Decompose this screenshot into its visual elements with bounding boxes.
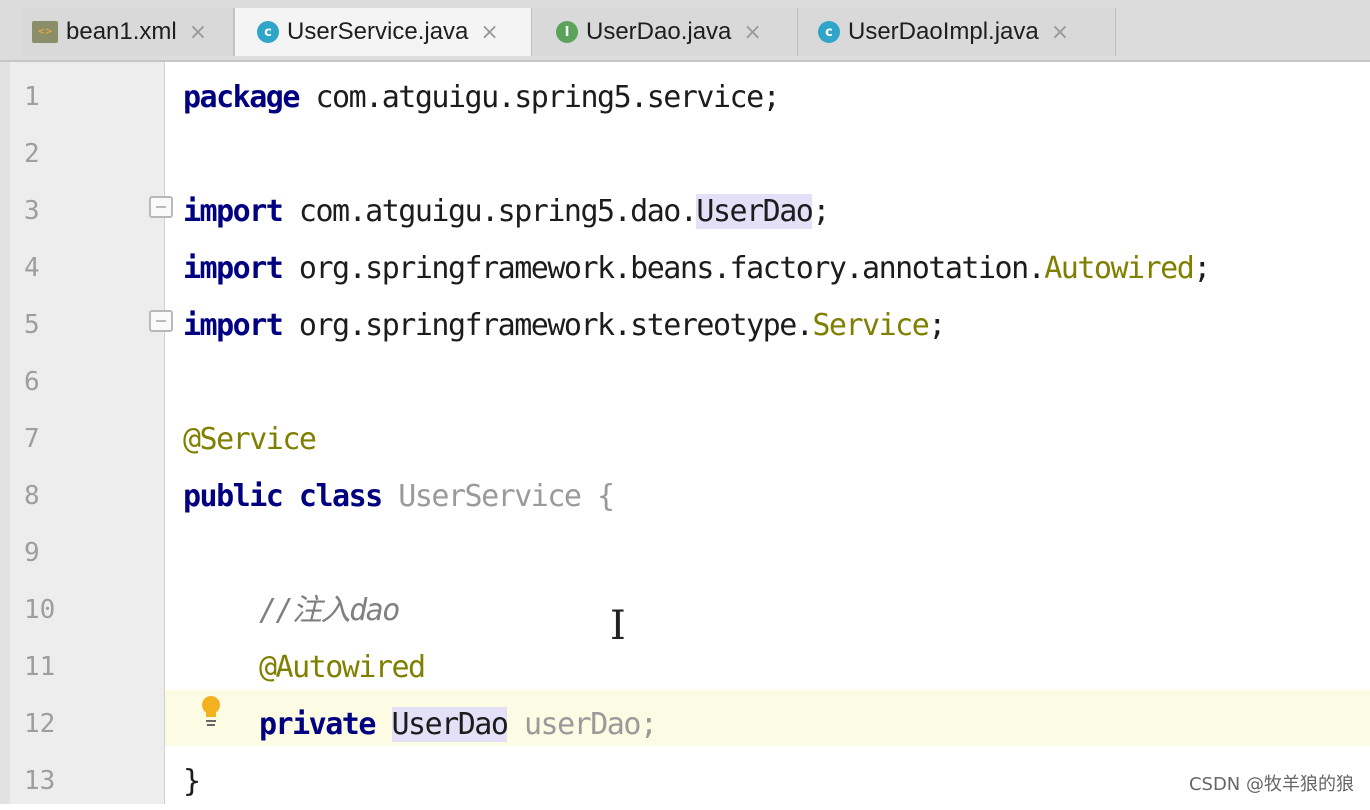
xml-file-icon: <> xyxy=(32,21,58,43)
import-path: org.springframework.beans.factory.annota… xyxy=(282,251,1046,286)
code-line-10[interactable]: 10 //注入dao xyxy=(0,582,1370,639)
code-line-2[interactable]: 2 xyxy=(0,126,1370,183)
tab-userdaoimpl-java[interactable]: c UserDaoImpl.java × xyxy=(798,8,1116,56)
line-number: 4 xyxy=(24,253,40,283)
import-path: com.atguigu.spring5.dao. xyxy=(282,194,698,229)
class-reference[interactable]: UserDao xyxy=(696,194,814,229)
semicolon: ; xyxy=(812,194,830,229)
line-number: 6 xyxy=(24,367,40,397)
class-icon: c xyxy=(257,21,279,43)
fold-icon[interactable] xyxy=(149,196,173,218)
annotation: @Autowired xyxy=(259,650,426,685)
open-brace: { xyxy=(580,479,615,514)
tab-bean1-xml[interactable]: <> bean1.xml × xyxy=(22,8,234,56)
code-line-4[interactable]: 4 import org.springframework.beans.facto… xyxy=(0,240,1370,297)
close-icon[interactable]: × xyxy=(743,20,761,45)
package-name: com.atguigu.spring5.service; xyxy=(298,80,780,115)
tab-label: bean1.xml xyxy=(66,18,177,45)
line-number: 11 xyxy=(24,652,56,682)
tab-label: UserDao.java xyxy=(586,18,732,45)
code-line-3[interactable]: 3 import com.atguigu.spring5.dao.UserDao… xyxy=(0,183,1370,240)
code-line-7[interactable]: 7 @Service xyxy=(0,411,1370,468)
tab-label: UserDaoImpl.java xyxy=(848,18,1039,45)
line-number: 1 xyxy=(24,82,40,112)
close-icon[interactable]: × xyxy=(189,20,207,45)
close-icon[interactable]: × xyxy=(480,20,498,45)
tab-userdao-java[interactable]: I UserDao.java × xyxy=(532,8,798,56)
keyword: package xyxy=(183,80,300,115)
class-reference[interactable]: Service xyxy=(812,308,929,343)
keyword: import xyxy=(183,251,284,286)
line-number: 9 xyxy=(24,538,40,568)
line-number: 12 xyxy=(24,709,56,739)
line-number: 13 xyxy=(24,766,56,796)
line-number: 7 xyxy=(24,424,40,454)
code-line-1[interactable]: 1 package com.atguigu.spring5.service; xyxy=(0,69,1370,126)
text-cursor-icon: I xyxy=(610,603,626,649)
line-number: 8 xyxy=(24,481,40,511)
line-number: 2 xyxy=(24,139,40,169)
code-line-5[interactable]: 5 import org.springframework.stereotype.… xyxy=(0,297,1370,354)
code-line-13[interactable]: 13 } xyxy=(0,753,1370,810)
line-number: 3 xyxy=(24,196,40,226)
tab-label: UserService.java xyxy=(287,18,469,45)
import-path: org.springframework.stereotype. xyxy=(282,308,814,343)
code-line-9[interactable]: 9 xyxy=(0,525,1370,582)
field-name: userDao; xyxy=(507,707,658,742)
class-name: UserService xyxy=(381,479,582,514)
watermark: CSDN @牧羊狼的狼 xyxy=(1188,774,1354,795)
line-number: 10 xyxy=(24,595,56,625)
code-line-11[interactable]: 11 @Autowired xyxy=(0,639,1370,696)
semicolon: ; xyxy=(928,308,946,343)
editor-tab-bar: <> bean1.xml × c UserService.java × I Us… xyxy=(0,0,1370,62)
semicolon: ; xyxy=(1193,251,1211,286)
code-line-6[interactable]: 6 xyxy=(0,354,1370,411)
code-line-8[interactable]: 8 public class UserService { xyxy=(0,468,1370,525)
class-icon: c xyxy=(818,21,840,43)
close-icon[interactable]: × xyxy=(1051,20,1069,45)
tab-userservice-java[interactable]: c UserService.java × xyxy=(234,8,532,56)
interface-icon: I xyxy=(556,21,578,43)
keyword: import xyxy=(183,308,284,343)
fold-icon[interactable] xyxy=(149,310,173,332)
annotation: @Service xyxy=(183,422,317,457)
keyword: private xyxy=(259,707,376,742)
class-reference[interactable]: UserDao xyxy=(391,707,509,742)
lightbulb-icon[interactable] xyxy=(199,695,223,729)
comment: //注入dao xyxy=(259,593,400,628)
class-reference[interactable]: Autowired xyxy=(1044,251,1195,286)
close-brace: } xyxy=(183,764,201,799)
line-number: 5 xyxy=(24,310,40,340)
keyword: public class xyxy=(183,479,383,514)
keyword: import xyxy=(183,194,284,229)
